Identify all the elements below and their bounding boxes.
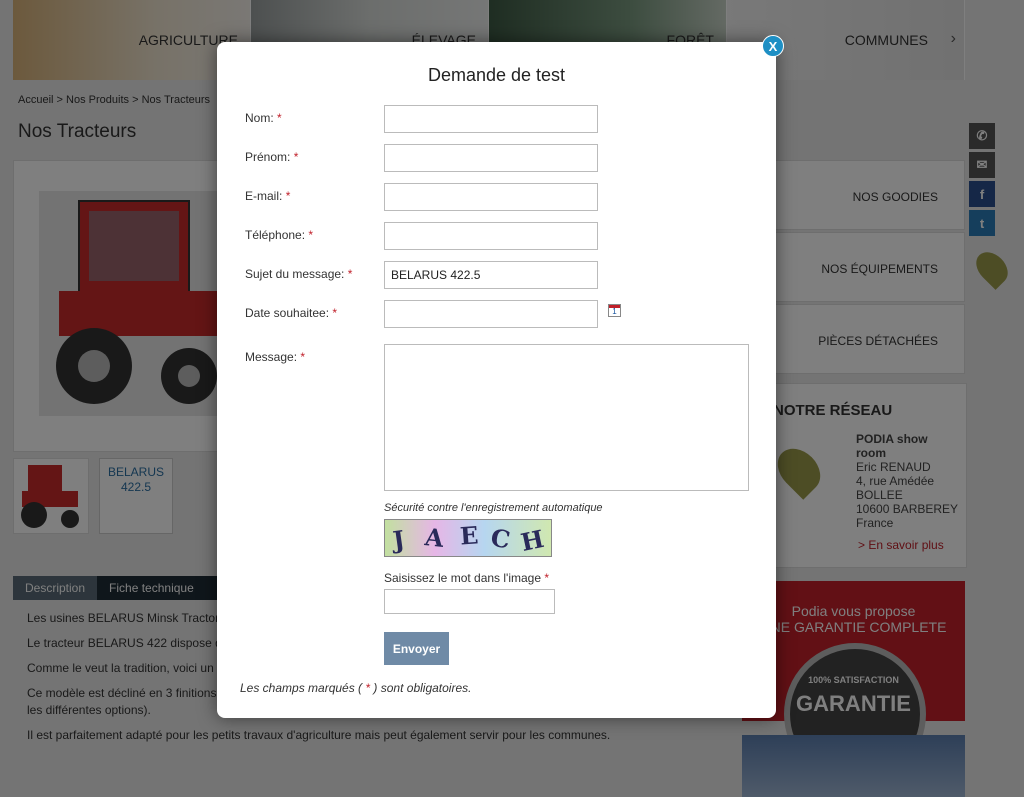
prenom-input[interactable]	[384, 144, 598, 172]
close-icon[interactable]: X	[762, 35, 784, 57]
required-marker: *	[277, 111, 282, 125]
required-marker: *	[285, 189, 291, 203]
submit-button[interactable]: Envoyer	[384, 632, 449, 665]
label-message: Message: *	[245, 350, 305, 364]
footnote-prefix: Les champs marqués (	[240, 681, 363, 695]
label-text: Message:	[245, 350, 298, 364]
label-date: Date souhaitee: *	[245, 306, 337, 320]
required-marker: *	[332, 306, 338, 320]
modal-title: Demande de test	[427, 65, 566, 85]
captcha-letter: A	[423, 522, 446, 553]
required-marker: *	[308, 228, 314, 242]
label-sujet: Sujet du message: *	[245, 267, 352, 281]
label-text: Date souhaitee:	[245, 306, 330, 320]
label-text: Prénom:	[245, 150, 291, 164]
subject-input[interactable]	[384, 261, 598, 289]
nom-input[interactable]	[384, 105, 598, 133]
captcha-security-text: Sécurité contre l'enregistrement automat…	[384, 502, 603, 514]
required-marker: *	[347, 267, 353, 281]
required-marker: *	[293, 150, 299, 164]
label-text: E-mail:	[245, 189, 283, 203]
required-marker: *	[365, 681, 371, 695]
calendar-icon[interactable]: 1	[608, 304, 621, 317]
label-prenom: Prénom: *	[245, 150, 298, 164]
label-email: E-mail: *	[245, 189, 290, 203]
required-marker: *	[300, 350, 306, 364]
label-text: Nom:	[245, 111, 274, 125]
telephone-input[interactable]	[384, 222, 598, 250]
captcha-letter: H	[518, 523, 547, 557]
message-textarea[interactable]	[384, 344, 749, 491]
label-telephone: Téléphone: *	[245, 228, 313, 242]
required-marker: *	[544, 571, 550, 585]
captcha-image: J A E C H	[384, 519, 552, 557]
captcha-input[interactable]	[384, 589, 555, 614]
email-input[interactable]	[384, 183, 598, 211]
captcha-prompt: Saisissez le mot dans l'image *	[384, 571, 549, 585]
date-input[interactable]	[384, 300, 598, 328]
test-request-modal: Demande de test Nom: * Prénom: * E-mail:…	[217, 42, 776, 718]
captcha-letter: C	[488, 522, 513, 555]
captcha-letter: E	[459, 520, 480, 551]
label-nom: Nom: *	[245, 111, 282, 125]
footnote-suffix: ) sont obligatoires.	[373, 681, 472, 695]
label-text: Téléphone:	[245, 228, 306, 242]
calendar-icon-text: 1	[612, 307, 617, 316]
captcha-letter: J	[391, 524, 407, 555]
required-fields-note: Les champs marqués ( * ) sont obligatoir…	[240, 681, 471, 695]
captcha-prompt-text: Saisissez le mot dans l'image	[384, 571, 542, 585]
label-text: Sujet du message:	[245, 267, 345, 281]
